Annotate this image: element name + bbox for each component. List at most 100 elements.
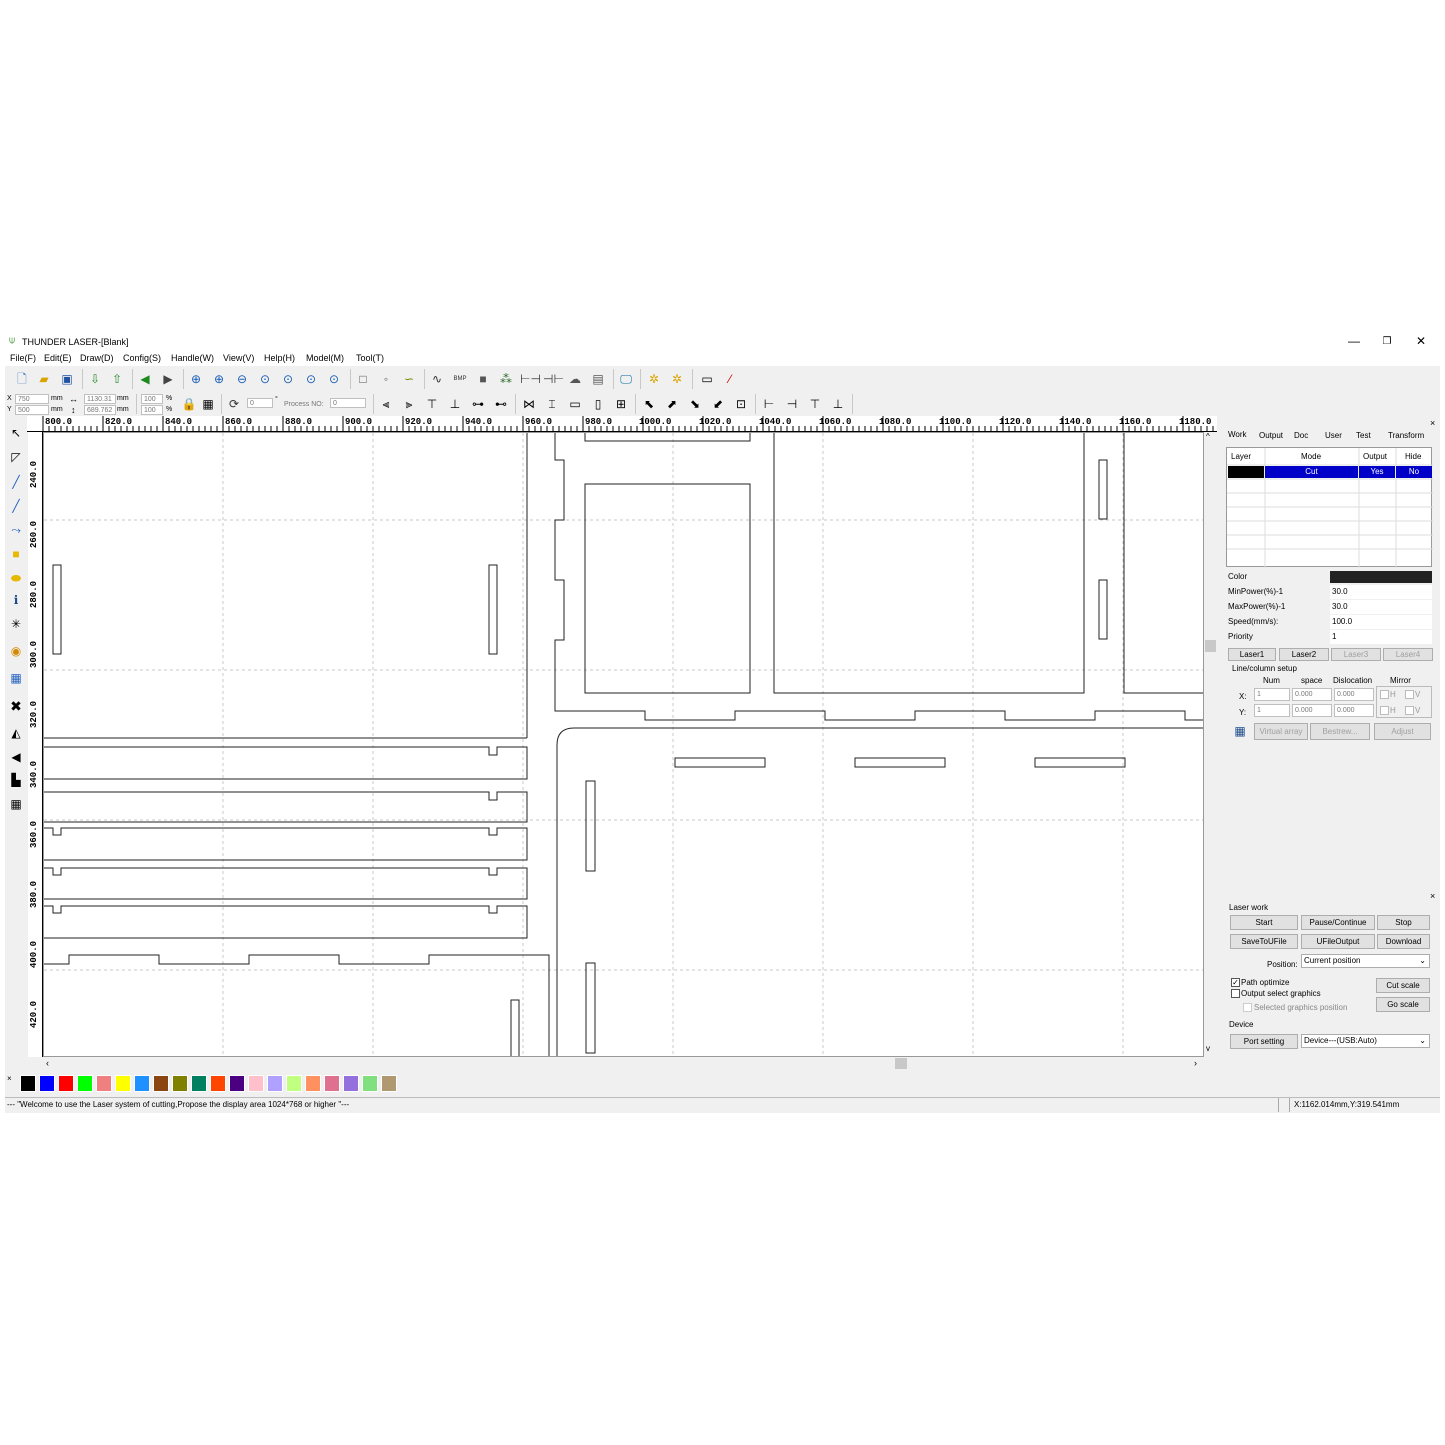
palette-swatch[interactable] xyxy=(20,1075,36,1092)
bestrew-button[interactable]: Bestrew... xyxy=(1310,723,1370,740)
vertical-scrollbar[interactable]: ^ v xyxy=(1204,432,1217,1057)
mirror-x-h-checkbox[interactable] xyxy=(1380,690,1389,699)
drawing-canvas[interactable] xyxy=(43,432,1204,1057)
position-select[interactable]: Current position ⌄ xyxy=(1301,954,1430,968)
export-icon[interactable]: ⇧ xyxy=(108,370,126,388)
laser-dots-icon[interactable]: ✲ xyxy=(645,370,663,388)
hscroll-thumb[interactable] xyxy=(895,1058,907,1069)
save-to-ufile-button[interactable]: SaveToUFile xyxy=(1230,934,1298,949)
output-select-checkbox[interactable] xyxy=(1231,989,1240,998)
layer-mode-cell[interactable]: Cut xyxy=(1265,466,1358,478)
close-icon[interactable]: ✕ xyxy=(1406,333,1436,351)
laser-dots2-icon[interactable]: ✲ xyxy=(668,370,686,388)
panel-close-icon[interactable]: × xyxy=(1430,418,1435,428)
array-grid-icon[interactable]: ▦ xyxy=(1231,722,1249,740)
zoom-all-icon[interactable]: ⊙ xyxy=(325,370,343,388)
array-y-num[interactable]: 1 xyxy=(1254,704,1290,717)
array-x-dislocation[interactable]: 0.000 xyxy=(1334,688,1374,701)
mirror-y-v-checkbox[interactable] xyxy=(1405,706,1414,715)
laser1-tab[interactable]: Laser1 xyxy=(1228,648,1276,661)
text-tool-icon[interactable]: ℹ xyxy=(7,591,25,609)
dock-bottom-icon[interactable]: ⊥ xyxy=(829,395,847,413)
select-arrow-icon[interactable]: ↖ xyxy=(7,424,25,442)
menu-file[interactable]: File(F) xyxy=(10,353,36,363)
layer-output-cell[interactable]: Yes xyxy=(1359,466,1395,478)
cloud-icon[interactable]: ☁ xyxy=(566,370,584,388)
prop-value[interactable]: 100.0 xyxy=(1330,615,1432,629)
scroll-down-icon[interactable]: v xyxy=(1206,1044,1210,1053)
node-edit-icon[interactable]: ◦ xyxy=(377,370,395,388)
stop-button[interactable]: Stop xyxy=(1377,915,1430,930)
tab-test[interactable]: Test xyxy=(1356,431,1371,440)
array-y-dislocation[interactable]: 0.000 xyxy=(1334,704,1374,717)
scale-x-input[interactable]: 100 xyxy=(141,394,163,404)
anchor-icon[interactable]: ▦ xyxy=(199,395,217,413)
corner-br-icon[interactable]: ⬊ xyxy=(686,395,704,413)
palette-close-icon[interactable]: × xyxy=(7,1074,12,1083)
same-height-icon[interactable]: ⊣⊢ xyxy=(543,370,564,388)
polyline-tool-icon[interactable]: ╱ xyxy=(7,497,25,515)
align-left-icon[interactable]: ⫷ xyxy=(377,395,395,413)
menu-view[interactable]: View(V) xyxy=(223,353,254,363)
path-optimize-checkbox[interactable]: ✓ xyxy=(1231,978,1240,987)
dock-right-icon[interactable]: ⊣ xyxy=(783,395,801,413)
palette-swatch[interactable] xyxy=(305,1075,321,1092)
group-icon[interactable]: ⁂ xyxy=(497,370,515,388)
tab-transform[interactable]: Transform xyxy=(1388,431,1424,440)
device-select[interactable]: Device---(USB:Auto) ⌄ xyxy=(1301,1034,1430,1048)
ellipse-tool-icon[interactable]: ⬬ xyxy=(7,569,25,587)
align-top-icon[interactable]: ⊤ xyxy=(423,395,441,413)
tab-work[interactable]: Work xyxy=(1228,430,1247,439)
vscroll-thumb[interactable] xyxy=(1205,640,1216,652)
layer-hide-cell[interactable]: No xyxy=(1396,466,1432,478)
zoom-in-icon[interactable]: ⊕ xyxy=(187,370,205,388)
redo-icon[interactable]: ▶ xyxy=(159,370,177,388)
laser2-tab[interactable]: Laser2 xyxy=(1279,648,1329,661)
cut-scale-button[interactable]: Cut scale xyxy=(1376,978,1430,993)
palette-swatch[interactable] xyxy=(39,1075,55,1092)
virtual-array-button[interactable]: Virtual array xyxy=(1254,723,1308,740)
menu-handle[interactable]: Handle(W) xyxy=(171,353,214,363)
data-icon[interactable]: ▤ xyxy=(589,370,607,388)
laser3-tab[interactable]: Laser3 xyxy=(1331,648,1381,661)
corner-tr-icon[interactable]: ⬈ xyxy=(663,395,681,413)
palette-swatch[interactable] xyxy=(210,1075,226,1092)
array-tool-icon[interactable]: ▦ xyxy=(7,795,25,813)
mirror-h-icon[interactable]: ◭ xyxy=(7,724,25,742)
tab-user[interactable]: User xyxy=(1325,431,1342,440)
layer-row[interactable]: Cut Yes No xyxy=(1228,466,1432,478)
select-rect-icon[interactable]: □ xyxy=(354,370,372,388)
frame-tool-icon[interactable]: ▙ xyxy=(7,771,25,789)
width-input[interactable]: 1130.31 xyxy=(84,394,116,404)
ufile-output-button[interactable]: UFileOutput xyxy=(1301,934,1375,949)
color-swatch[interactable] xyxy=(1330,571,1432,583)
point-tool-icon[interactable]: ✳ xyxy=(7,615,25,633)
pause-continue-button[interactable]: Pause/Continue xyxy=(1301,915,1375,930)
smooth-curve-icon[interactable]: ∿ xyxy=(428,370,446,388)
start-button[interactable]: Start xyxy=(1230,915,1298,930)
curve-tool-icon[interactable]: ∽ xyxy=(400,370,418,388)
minimize-icon[interactable]: — xyxy=(1339,333,1369,351)
rotate-icon[interactable]: ⟳ xyxy=(225,395,243,413)
prop-color[interactable]: Color xyxy=(1226,570,1432,584)
image-tool-icon[interactable]: ◉ xyxy=(7,642,25,660)
palette-swatch[interactable] xyxy=(58,1075,74,1092)
delete-tool-icon[interactable]: ✖ xyxy=(7,697,25,715)
palette-swatch[interactable] xyxy=(362,1075,378,1092)
new-file-icon[interactable]: 🗋 xyxy=(13,370,31,388)
import-icon[interactable]: ⇩ xyxy=(86,370,104,388)
tab-doc[interactable]: Doc xyxy=(1294,431,1308,440)
palette-swatch[interactable] xyxy=(96,1075,112,1092)
palette-swatch[interactable] xyxy=(134,1075,150,1092)
lock-ratio-icon[interactable]: 🔒 xyxy=(180,395,198,413)
array-x-num[interactable]: 1 xyxy=(1254,688,1290,701)
scroll-up-icon[interactable]: ^ xyxy=(1206,432,1210,441)
scroll-right-icon[interactable]: › xyxy=(1194,1058,1197,1068)
menu-edit[interactable]: Edit(E) xyxy=(44,353,72,363)
scale-y-input[interactable]: 100 xyxy=(141,405,163,415)
align-vcenter-icon[interactable]: ⊷ xyxy=(492,395,510,413)
restore-icon[interactable]: ❐ xyxy=(1372,333,1402,351)
monitor-icon[interactable]: 🖵 xyxy=(617,370,635,388)
palette-swatch[interactable] xyxy=(343,1075,359,1092)
dock-top-icon[interactable]: ⊤ xyxy=(806,395,824,413)
